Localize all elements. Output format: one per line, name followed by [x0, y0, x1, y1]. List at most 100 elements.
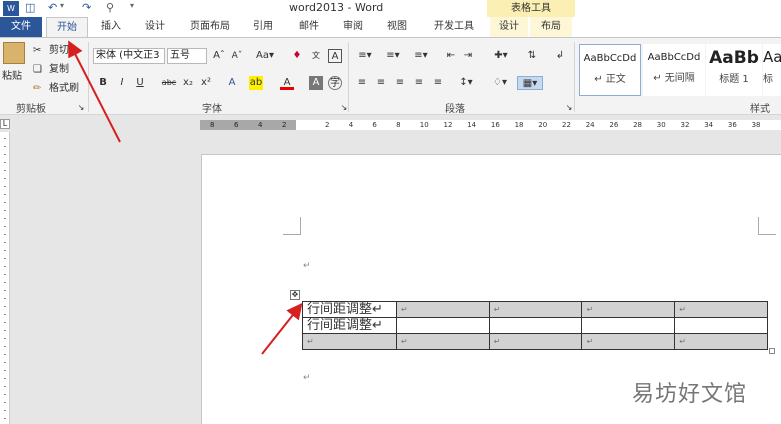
increase-indent-icon[interactable]: ⇥ — [461, 49, 475, 63]
tab-home[interactable]: 开始 — [46, 17, 88, 38]
undo-dropdown-icon[interactable]: ▾ — [60, 1, 64, 16]
char-border-icon[interactable]: A — [328, 49, 342, 63]
char-shading-icon[interactable]: A — [309, 76, 323, 90]
ruler-number: 30 — [656, 121, 666, 129]
table-cell[interactable]: ↵ — [488, 301, 583, 318]
underline-icon[interactable]: U — [133, 76, 147, 90]
distributed-icon[interactable]: ≡ — [431, 76, 445, 90]
highlight-icon[interactable]: ab — [249, 76, 263, 90]
cut-icon[interactable]: ✂ — [33, 44, 41, 58]
bold-icon[interactable]: B — [96, 76, 110, 90]
table-cell[interactable] — [395, 317, 490, 334]
document-table[interactable]: 行间距调整↵ ↵ ↵ ↵ ↵ 行间距调整↵ ↵ ↵ ↵ ↵ ↵ — [302, 301, 768, 350]
format-painter-button[interactable]: 格式刷 — [49, 82, 79, 96]
table-row[interactable]: ↵ ↵ ↵ ↵ ↵ — [302, 333, 768, 350]
table-cell[interactable]: 行间距调整↵ — [302, 301, 397, 318]
table-cell[interactable]: ↵ — [581, 333, 676, 350]
sort-icon[interactable]: ⇅ — [525, 49, 539, 63]
enclose-char-icon[interactable]: 字 — [328, 76, 342, 90]
tab-review[interactable]: 审阅 — [334, 17, 372, 37]
vertical-ruler[interactable] — [0, 132, 10, 424]
save-icon[interactable]: ◫ — [25, 1, 35, 16]
style-name: 标题 1 — [719, 74, 749, 85]
tab-mailings[interactable]: 邮件 — [290, 17, 328, 37]
text-effects-icon[interactable]: A — [225, 76, 239, 90]
style-heading-2[interactable]: Aa 标 — [763, 44, 781, 96]
tab-view[interactable]: 视图 — [378, 17, 416, 37]
superscript-icon[interactable]: x² — [199, 76, 213, 90]
bullets-icon[interactable]: ≡▾ — [355, 49, 375, 63]
ruler-number: 32 — [680, 121, 690, 129]
copy-icon[interactable]: ❏ — [33, 63, 42, 77]
strikethrough-icon[interactable]: abc — [160, 76, 178, 90]
phonetic-guide-icon[interactable]: 文 — [309, 49, 323, 63]
tab-page-layout[interactable]: 页面布局 — [182, 17, 238, 37]
shading-icon[interactable]: ♢▾ — [490, 76, 510, 90]
tab-design[interactable]: 设计 — [136, 17, 174, 37]
multilevel-list-icon[interactable]: ≡▾ — [411, 49, 431, 63]
tab-references[interactable]: 引用 — [244, 17, 282, 37]
table-cell[interactable] — [488, 317, 583, 334]
redo-icon[interactable]: ↷ — [82, 1, 91, 16]
format-painter-icon[interactable]: ✏ — [33, 82, 41, 96]
customize-qa-icon[interactable]: ▾ — [130, 1, 134, 16]
table-cell[interactable]: ↵ — [581, 301, 676, 318]
paste-icon[interactable] — [3, 42, 25, 64]
undo-icon[interactable]: ↶ — [48, 1, 57, 16]
grow-font-icon[interactable]: Aˆ — [212, 49, 226, 63]
borders-icon[interactable]: ▦▾ — [517, 76, 543, 90]
word-logo-icon[interactable]: W — [3, 1, 19, 16]
horizontal-ruler[interactable]: 8 6 4 2 2 4 6 8 10 12 14 16 18 20 22 24 26 28 30 32 34 36 38 — [0, 117, 781, 132]
ruler-number: 4 — [348, 121, 354, 129]
align-right-icon[interactable]: ≡ — [393, 76, 407, 90]
align-left-icon[interactable]: ≡ — [355, 76, 369, 90]
table-move-handle[interactable]: ✥ — [290, 290, 300, 300]
shrink-font-icon[interactable]: Aˇ — [230, 49, 244, 63]
table-cell[interactable]: ↵ — [674, 301, 768, 318]
table-cell[interactable]: ↵ — [674, 333, 768, 350]
table-cell[interactable]: ↵ — [395, 333, 490, 350]
ruler-tick — [4, 282, 6, 283]
change-case-icon[interactable]: Aa▾ — [254, 49, 276, 63]
clipboard-launcher-icon[interactable]: ↘ — [74, 101, 88, 115]
table-cell[interactable] — [674, 317, 768, 334]
style-normal[interactable]: AaBbCcDd ↵ 正文 — [579, 44, 641, 96]
tab-file[interactable]: 文件 — [0, 17, 42, 37]
align-center-icon[interactable]: ≡ — [374, 76, 388, 90]
paragraph-group-label: 段落 — [445, 104, 465, 115]
subscript-icon[interactable]: x₂ — [181, 76, 195, 90]
style-sample: AaBb — [709, 48, 759, 68]
tab-table-design[interactable]: 设计 — [490, 17, 528, 37]
table-cell[interactable]: ↵ — [488, 333, 583, 350]
table-row[interactable]: 行间距调整↵ — [302, 317, 768, 334]
print-preview-icon[interactable]: ⚲ — [106, 1, 114, 16]
table-cell[interactable]: 行间距调整↵ — [302, 317, 397, 334]
table-cell[interactable] — [581, 317, 676, 334]
table-row[interactable]: 行间距调整↵ ↵ ↵ ↵ ↵ — [302, 301, 768, 318]
cut-button[interactable]: 剪切 — [49, 44, 69, 58]
tab-insert[interactable]: 插入 — [92, 17, 130, 37]
table-resize-handle[interactable] — [769, 348, 775, 354]
decrease-indent-icon[interactable]: ⇤ — [444, 49, 458, 63]
style-heading-1[interactable]: AaBb 标题 1 — [706, 44, 762, 96]
ruler-tick — [4, 250, 6, 251]
style-no-spacing[interactable]: AaBbCcDd ↵ 无间隔 — [643, 44, 705, 96]
copy-button[interactable]: 复制 — [49, 63, 69, 77]
line-spacing-icon[interactable]: ↕▾ — [456, 76, 476, 90]
tab-selector[interactable]: L — [0, 119, 10, 129]
table-cell[interactable]: ↵ — [302, 333, 397, 350]
chinese-layout-icon[interactable]: ✚▾ — [490, 49, 512, 63]
ruler-tick — [4, 266, 6, 267]
tab-table-layout[interactable]: 布局 — [530, 17, 572, 37]
font-size-combo[interactable]: 五号 — [167, 48, 207, 64]
justify-icon[interactable]: ≡ — [412, 76, 426, 90]
clear-format-icon[interactable]: ♦ — [290, 49, 304, 63]
show-marks-icon[interactable]: ↲ — [553, 49, 567, 63]
table-cell[interactable]: ↵ — [395, 301, 490, 318]
font-color-icon[interactable]: A — [280, 76, 294, 90]
tab-developer[interactable]: 开发工具 — [424, 17, 484, 37]
paste-button[interactable]: 粘贴 — [2, 70, 22, 84]
numbering-icon[interactable]: ≡▾ — [383, 49, 403, 63]
font-name-combo[interactable]: 宋体 (中文正3 — [93, 48, 165, 64]
italic-icon[interactable]: I — [115, 76, 129, 90]
